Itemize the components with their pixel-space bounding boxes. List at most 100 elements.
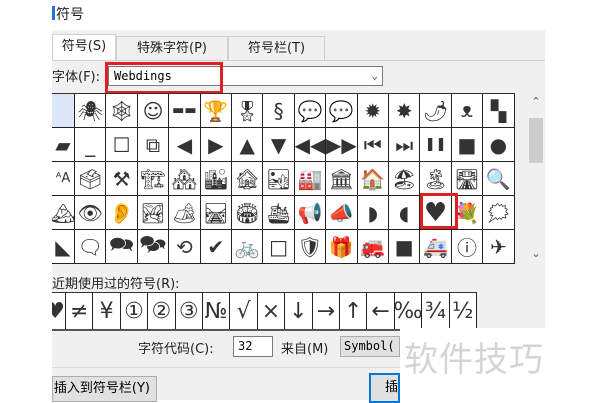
symbol-cell[interactable]: 🏭 (294, 162, 327, 196)
symbol-cell[interactable]: ⚒ (106, 162, 138, 196)
symbol-cell[interactable]: 📢 (294, 196, 327, 230)
grid-scrollbar[interactable]: ⌃ ⌄ (527, 93, 545, 263)
symbol-cell[interactable]: 💬 (326, 94, 358, 128)
symbol-cell[interactable]: ⧉ (137, 128, 170, 162)
recent-symbol[interactable]: ‰ (393, 293, 423, 329)
symbol-cell[interactable]: 🏗 (137, 162, 170, 196)
symbol-cell[interactable]: 📣 (326, 196, 358, 230)
symbol-cell[interactable]: 🚲 (232, 230, 264, 264)
recent-symbol[interactable]: ③ (176, 293, 203, 329)
symbol-cell[interactable]: 🏆 (200, 94, 232, 128)
symbol-cell[interactable]: 🗯 (483, 196, 515, 230)
symbol-cell[interactable]: 👁 (75, 196, 107, 230)
symbol-cell[interactable]: 🛤 (200, 196, 232, 230)
insert-button[interactable]: 插 (369, 373, 400, 403)
symbol-cell[interactable]: ⏮ (357, 128, 389, 162)
recent-symbol[interactable]: ≠ (66, 293, 94, 329)
symbol-cell[interactable]: ✈ (483, 230, 515, 264)
symbol-cell[interactable]: ⓘ (451, 230, 484, 264)
symbol-cell[interactable]: 🏜 (263, 162, 295, 196)
symbol-cell[interactable]: 🗳 (75, 162, 107, 196)
symbol-cell[interactable]: ᴬA (52, 162, 75, 196)
symbol-cell[interactable]: 🎁 (326, 230, 358, 264)
symbol-cell[interactable]: _ (75, 128, 107, 162)
recent-symbol[interactable]: √ (230, 293, 258, 329)
symbol-cell[interactable]: 🎖 (232, 94, 264, 128)
symbol-cell[interactable]: ▰ (52, 128, 75, 162)
symbol-cell[interactable]: 🕷 (75, 94, 107, 128)
symbol-cell[interactable]: ▶ (200, 128, 232, 162)
scroll-thumb[interactable] (529, 118, 543, 163)
symbol-cell[interactable]: ☺ (137, 94, 170, 128)
symbol-cell[interactable]: § (263, 94, 295, 128)
recent-symbol[interactable]: ① (121, 293, 149, 329)
tab-symbols[interactable]: 符号(S) (52, 34, 116, 61)
recent-symbol[interactable]: ½ (450, 293, 477, 329)
symbol-cell[interactable]: 🕸 (106, 94, 138, 128)
symbol-cell[interactable]: 🏚 (232, 162, 264, 196)
symbol-cell[interactable]: 🚒 (357, 230, 389, 264)
symbol-cell[interactable]: 🏟 (232, 196, 264, 230)
symbol-grid[interactable]: 🕷 🕸 ☺ ▬▬ 🏆 🎖 § 💬 💬 ✹ ✸ 🌶 ᴥ ▚ ▰ _ ☐ ⧉ ◀ ▶ ▲ ▼ ◀◀ ▶▶ ⏮ ⏭ ❚❚ ■ ● ᴬA 🗳 ⚒ 🏗 🏘 🏙… (52, 93, 515, 264)
tab-symbol-bar[interactable]: 符号栏(T) (228, 36, 325, 60)
recent-symbol[interactable]: ② (148, 293, 176, 329)
symbol-cell[interactable]: 🏞 (137, 196, 170, 230)
from-select[interactable]: Symbol( (340, 336, 400, 357)
symbol-cell[interactable]: 🚑 (420, 230, 452, 264)
symbol-cell[interactable]: ▲ (232, 128, 264, 162)
recent-symbol[interactable]: × (258, 293, 286, 329)
symbol-cell[interactable]: 🗨 (75, 230, 107, 264)
symbol-cell[interactable]: 🏔 (52, 196, 75, 230)
symbol-cell[interactable]: 🛳 (263, 196, 295, 230)
recent-symbol[interactable]: ♥ (52, 293, 66, 329)
symbol-cell[interactable]: ▼ (263, 128, 295, 162)
symbol-cell[interactable]: ◗ (357, 196, 389, 230)
symbol-cell[interactable]: 🌶 (420, 94, 452, 128)
symbol-cell[interactable] (52, 94, 75, 128)
symbol-cell[interactable]: ■ (451, 128, 484, 162)
symbol-cell[interactable]: ◖ (389, 196, 421, 230)
symbol-cell[interactable]: ✹ (357, 94, 389, 128)
recent-symbols-row[interactable]: ♥≠¥①②③№√×↓→↑←‰¾½ (52, 292, 477, 331)
recent-symbol[interactable]: ¾ (422, 293, 450, 329)
symbol-cell[interactable]: ■ (389, 230, 421, 264)
symbol-cell[interactable]: ◣ (52, 230, 75, 264)
add-to-symbol-bar-button[interactable]: 插入到符号栏(Y) (52, 376, 157, 402)
chevron-down-icon[interactable]: ⌄ (371, 67, 378, 85)
symbol-cell[interactable]: 🏝 (420, 162, 452, 196)
symbol-cell[interactable]: ▬▬ (169, 94, 201, 128)
recent-symbol[interactable]: ← (367, 293, 395, 329)
recent-symbol[interactable]: ↓ (285, 293, 313, 329)
recent-symbol[interactable]: № (203, 293, 231, 329)
symbol-cell[interactable]: ▚ (483, 94, 515, 128)
recent-symbol[interactable]: ¥ (93, 293, 121, 329)
symbol-cell[interactable]: 💬 (294, 94, 327, 128)
symbol-cell[interactable]: ✔ (200, 230, 232, 264)
symbol-cell[interactable]: ◀ (169, 128, 201, 162)
symbol-cell[interactable]: 🛡 (294, 230, 327, 264)
symbol-cell[interactable]: □ (263, 230, 295, 264)
scroll-down-icon[interactable]: ⌄ (527, 245, 545, 263)
symbol-cell[interactable]: 🗪 (106, 230, 138, 264)
char-code-input[interactable]: 32 (233, 336, 273, 357)
symbol-cell[interactable]: 🏛 (326, 162, 358, 196)
symbol-cell[interactable]: 🏙 (200, 162, 232, 196)
scroll-up-icon[interactable]: ⌃ (527, 93, 545, 111)
symbol-cell[interactable]: ☐ (106, 128, 138, 162)
symbol-cell[interactable]: ▶▶ (326, 128, 358, 162)
recent-symbol[interactable]: → (313, 293, 340, 329)
symbol-cell[interactable]: 🛣 (451, 162, 484, 196)
symbol-cell[interactable]: 🏖 (389, 162, 421, 196)
symbol-cell[interactable]: 🏕 (169, 196, 201, 230)
recent-symbol[interactable]: ↑ (340, 293, 368, 329)
tab-special-characters[interactable]: 特殊字符(P) (116, 36, 228, 60)
symbol-cell[interactable]: ᴥ (451, 94, 484, 128)
symbol-cell[interactable]: 🏠 (357, 162, 389, 196)
symbol-cell[interactable]: ⏭ (389, 128, 421, 162)
symbol-cell[interactable]: ⟲ (169, 230, 201, 264)
symbol-cell[interactable]: ❚❚ (420, 128, 452, 162)
symbol-cell[interactable]: ● (483, 128, 515, 162)
symbol-cell[interactable]: 🔍 (483, 162, 515, 196)
symbol-cell[interactable]: 👂 (106, 196, 138, 230)
symbol-cell[interactable]: ✸ (389, 94, 421, 128)
